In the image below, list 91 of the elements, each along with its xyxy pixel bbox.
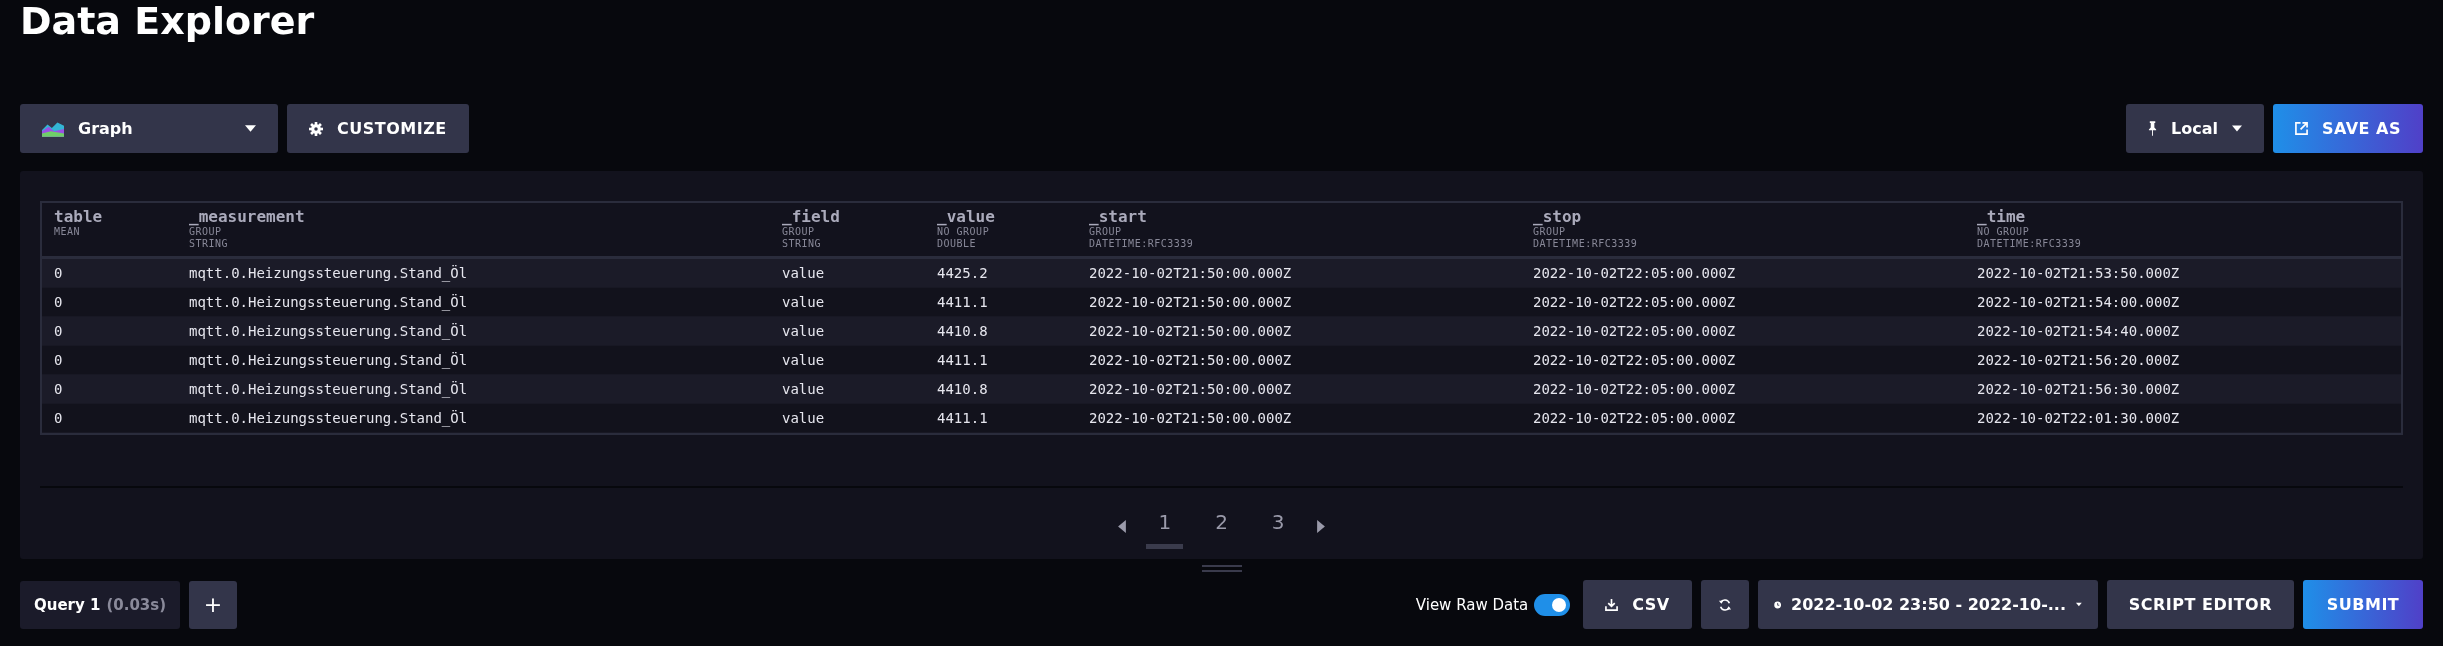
table-cell: 0: [54, 294, 63, 310]
table-cell: mqtt.0.Heizungssteuerung.Stand_Öl: [189, 410, 468, 426]
table-cell: value: [782, 410, 825, 426]
table-cell: mqtt.0.Heizungssteuerung.Stand_Öl: [189, 323, 468, 339]
table-cell: 2022-10-02T21:50:00.000Z: [1089, 352, 1292, 368]
table-cell: value: [782, 381, 825, 397]
table-cell: 2022-10-02T21:54:40.000Z: [1977, 323, 2180, 339]
refresh-button[interactable]: [1700, 580, 1749, 629]
table-cell: 2022-10-02T22:05:00.000Z: [1533, 352, 1736, 368]
table-cell: 4410.8: [937, 323, 988, 339]
refresh-icon: [1717, 597, 1732, 612]
external-link-icon: [2294, 122, 2308, 135]
table-cell: 2022-10-02T22:05:00.000Z: [1533, 410, 1736, 426]
column-header: _measurement: [189, 207, 306, 226]
table-cell: 2022-10-02T21:50:00.000Z: [1089, 410, 1292, 426]
table-cell: 4411.1: [937, 352, 988, 368]
table-cell: 4411.1: [937, 410, 988, 426]
table-cell: 2022-10-02T22:05:00.000Z: [1533, 265, 1736, 281]
table-cell: 4411.1: [937, 294, 988, 310]
page-button[interactable]: 2: [1203, 504, 1240, 549]
table-cell: 2022-10-02T22:05:00.000Z: [1533, 323, 1736, 339]
save-as-button[interactable]: SAVE AS: [2272, 104, 2423, 153]
download-icon: [1605, 598, 1619, 611]
column-type: DATETIME:RFC3339: [1533, 238, 1639, 250]
table-cell: value: [782, 265, 825, 281]
submit-button[interactable]: SUBMIT: [2303, 580, 2423, 629]
table-cell: 2022-10-02T21:50:00.000Z: [1089, 265, 1292, 281]
caret-icon: [245, 125, 256, 132]
column-group: GROUP: [189, 226, 770, 238]
page-button[interactable]: 1: [1146, 504, 1184, 549]
csv-button[interactable]: CSV: [1583, 580, 1692, 629]
column-group: NO GROUP: [1977, 226, 2401, 238]
add-query-button[interactable]: +: [189, 580, 237, 629]
table-cell: 2022-10-02T22:01:30.000Z: [1977, 410, 2180, 426]
caret-icon: [2231, 125, 2242, 132]
column-group: NO GROUP: [937, 226, 1077, 238]
column-group: GROUP: [782, 226, 925, 238]
column-header: table: [54, 207, 104, 226]
table-cell: 4410.8: [937, 381, 988, 397]
column-type: DATETIME:RFC3339: [1089, 238, 1195, 250]
column-type: STRING: [782, 238, 823, 250]
table-cell: 0: [54, 265, 63, 281]
view-raw-data-toggle[interactable]: [1534, 593, 1571, 616]
timezone-dropdown[interactable]: Local: [2125, 104, 2264, 153]
view-type-dropdown[interactable]: Graph: [20, 104, 278, 153]
table-cell: 2022-10-02T21:56:20.000Z: [1977, 352, 2180, 368]
table-cell: value: [782, 352, 825, 368]
column-type: STRING: [189, 238, 230, 250]
table-cell: value: [782, 323, 825, 339]
table-cell: 2022-10-02T21:53:50.000Z: [1977, 265, 2180, 281]
table-cell: mqtt.0.Heizungssteuerung.Stand_Öl: [189, 294, 468, 310]
column-group: MEAN: [54, 226, 177, 238]
column-type: DOUBLE: [937, 238, 978, 250]
table-cell: 0: [54, 352, 63, 368]
table-cell: 2022-10-02T22:05:00.000Z: [1533, 381, 1736, 397]
table-cell: 2022-10-02T21:50:00.000Z: [1089, 323, 1292, 339]
page-button[interactable]: 3: [1259, 504, 1297, 549]
area-chart-icon: [42, 120, 64, 137]
table-cell: 2022-10-02T21:54:00.000Z: [1977, 294, 2180, 310]
table-cell: mqtt.0.Heizungssteuerung.Stand_Öl: [189, 381, 468, 397]
table-cell: 2022-10-02T21:50:00.000Z: [1089, 294, 1292, 310]
column-header: _start: [1089, 207, 1148, 226]
table-cell: 0: [54, 381, 63, 397]
table-cell: value: [782, 294, 825, 310]
column-header: _time: [1977, 207, 2027, 226]
time-range-dropdown[interactable]: 2022-10-02 23:50 - 2022-10-...: [1757, 580, 2098, 629]
column-group: GROUP: [1533, 226, 1965, 238]
table-cell: 0: [54, 323, 63, 339]
column-header: _field: [782, 207, 841, 226]
column-group: GROUP: [1089, 226, 1521, 238]
page-title: Data Explorer: [20, 0, 316, 45]
table-cell: 2022-10-02T21:56:30.000Z: [1977, 381, 2180, 397]
table-cell: mqtt.0.Heizungssteuerung.Stand_Öl: [189, 352, 468, 368]
table-cell: 2022-10-02T21:50:00.000Z: [1089, 381, 1292, 397]
customize-button[interactable]: CUSTOMIZE: [287, 104, 469, 153]
next-page-icon[interactable]: [1316, 520, 1325, 533]
column-header: _stop: [1533, 207, 1583, 226]
settings-icon: [309, 121, 323, 136]
table-cell: mqtt.0.Heizungssteuerung.Stand_Öl: [189, 265, 468, 281]
pin-icon: [2147, 121, 2157, 136]
view-raw-data-label: View Raw Data: [1415, 595, 1529, 614]
column-type: DATETIME:RFC3339: [1977, 238, 2083, 250]
query-tab[interactable]: Query 1 (0.03s): [20, 580, 180, 629]
script-editor-button[interactable]: SCRIPT EDITOR: [2106, 580, 2294, 629]
previous-page-icon[interactable]: [1118, 520, 1127, 533]
table-cell: 0: [54, 410, 63, 426]
table-cell: 2022-10-02T22:05:00.000Z: [1533, 294, 1736, 310]
resize-handle[interactable]: [1201, 565, 1242, 572]
caret-icon: [2076, 601, 2082, 608]
table-cell: 4425.2: [937, 265, 988, 281]
column-header: _value: [937, 207, 996, 226]
